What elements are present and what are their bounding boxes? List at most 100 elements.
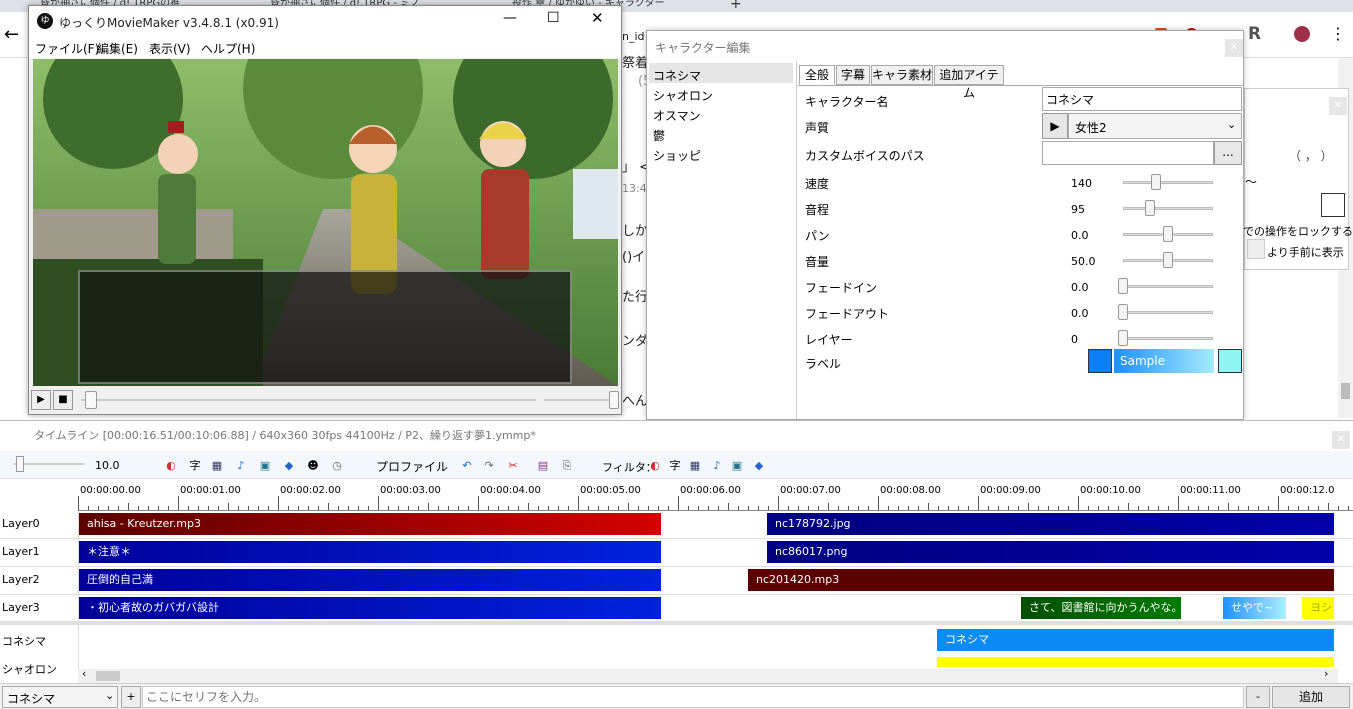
horizontal-scrollbar[interactable]: ‹ ›: [78, 667, 1338, 683]
tab-subtitle[interactable]: 字幕: [836, 65, 870, 85]
audio-icon[interactable]: ♪: [234, 459, 248, 473]
close-icon[interactable]: ✕: [1225, 39, 1243, 57]
filter-voice-icon[interactable]: ◐: [648, 459, 662, 473]
timeline-clip[interactable]: せやで~: [1223, 597, 1286, 619]
minus-button[interactable]: -: [1246, 686, 1270, 708]
label-color-swatch-2[interactable]: [1218, 349, 1242, 373]
filter-shape-icon[interactable]: ◆: [752, 459, 766, 473]
character-name-input[interactable]: [1042, 87, 1242, 111]
minimize-icon[interactable]: —: [503, 10, 517, 26]
filter-video-icon[interactable]: ▦: [688, 459, 702, 473]
param-slider-thumb[interactable]: [1145, 200, 1155, 216]
param-slider-thumb[interactable]: [1163, 226, 1173, 242]
timeline-clip[interactable]: さて、図書館に向かうんやな。: [1021, 597, 1181, 619]
param-slider-thumb[interactable]: [1118, 278, 1128, 294]
extension-r-icon[interactable]: R: [1248, 24, 1261, 44]
menu-view[interactable]: 表示(V): [149, 40, 191, 57]
delete-icon[interactable]: ✂: [506, 459, 520, 473]
play-button[interactable]: ▶: [31, 390, 51, 410]
chevron-left-icon[interactable]: ‹: [82, 667, 86, 680]
video-preview[interactable]: [33, 59, 618, 386]
play-voice-button[interactable]: ▶: [1042, 113, 1068, 139]
close-icon[interactable]: ✕: [1329, 97, 1347, 115]
volume-track[interactable]: [544, 399, 619, 401]
voice-select[interactable]: 女性2 ⌄: [1068, 113, 1242, 139]
param-value: 50.0: [1071, 255, 1096, 268]
tab-character-material[interactable]: キャラ素材: [871, 65, 933, 85]
param-slider-track[interactable]: [1123, 337, 1213, 340]
tab-general[interactable]: 全般: [799, 65, 835, 85]
custom-voice-path-input[interactable]: [1042, 141, 1214, 165]
close-icon[interactable]: ✕: [1332, 431, 1350, 449]
char-clip-yellow[interactable]: [937, 657, 1334, 667]
timeline-clip[interactable]: nc86017.png: [767, 541, 1334, 563]
seek-thumb[interactable]: [85, 391, 97, 409]
param-slider-thumb[interactable]: [1163, 252, 1173, 268]
stop-button[interactable]: ■: [53, 390, 73, 410]
front-checkbox-label[interactable]: より手前に表示: [1267, 244, 1344, 260]
filter-image-icon[interactable]: ▣: [730, 459, 744, 473]
character-item[interactable]: ショッピ: [653, 147, 701, 164]
param-slider-thumb[interactable]: [1118, 304, 1128, 320]
param-slider-thumb[interactable]: [1151, 174, 1162, 190]
seek-track[interactable]: [81, 399, 536, 401]
add-button[interactable]: 追加: [1272, 686, 1350, 708]
chevron-right-icon[interactable]: ›: [1324, 667, 1328, 680]
browser-menu-icon[interactable]: ⋮: [1330, 24, 1346, 43]
shape-icon[interactable]: ◆: [282, 459, 296, 473]
time-ruler[interactable]: 00:00:00.00 00:00:01.00 00:00:02.00 00:00:0…: [78, 481, 1353, 511]
color-box[interactable]: [1321, 193, 1345, 217]
volume-thumb[interactable]: [609, 391, 619, 409]
timeline-clip[interactable]: nc201420.mp3: [748, 569, 1334, 591]
character-item[interactable]: オスマン: [653, 107, 701, 124]
text-icon[interactable]: 字: [188, 459, 202, 473]
add-character-button[interactable]: +: [121, 686, 141, 708]
param-slider-track[interactable]: [1123, 311, 1213, 314]
timeline-clip[interactable]: ・初心者故のガバガバ設計: [79, 597, 661, 619]
param-slider-track[interactable]: [1123, 181, 1213, 184]
menu-edit[interactable]: 編集(E): [97, 40, 138, 57]
character-item[interactable]: 鬱: [653, 127, 665, 144]
timeline-clip[interactable]: nc178792.jpg: [767, 513, 1334, 535]
redo-icon[interactable]: ↷: [482, 459, 496, 473]
image-icon[interactable]: ▣: [258, 459, 272, 473]
timeline-clip[interactable]: ＊注意＊: [79, 541, 661, 563]
param-slider-track[interactable]: [1123, 207, 1213, 210]
scrollbar-thumb[interactable]: [1341, 383, 1350, 399]
voice-icon[interactable]: ◐: [164, 459, 178, 473]
undo-icon[interactable]: ↶: [460, 459, 474, 473]
maximize-icon[interactable]: ☐: [547, 10, 560, 26]
menu-help[interactable]: ヘルプ(H): [201, 40, 255, 57]
dialogue-input[interactable]: [142, 686, 1244, 708]
timeline-clip[interactable]: ahisa - Kreutzer.mp3: [79, 513, 661, 535]
tab-additional-items[interactable]: 追加アイテム: [934, 65, 1004, 100]
zoom-thumb[interactable]: [16, 456, 24, 472]
filter-text-icon[interactable]: 字: [668, 459, 682, 473]
param-slider-track[interactable]: [1123, 285, 1213, 288]
clock-icon[interactable]: ◷: [330, 459, 344, 473]
browse-button[interactable]: ...: [1214, 141, 1242, 165]
label-color-swatch[interactable]: [1088, 349, 1112, 373]
filter-audio-icon[interactable]: ♪: [710, 459, 724, 473]
profile-avatar[interactable]: [1294, 26, 1310, 42]
param-slider-thumb[interactable]: [1118, 330, 1128, 346]
char-clip[interactable]: コネシマ: [937, 629, 1334, 651]
export-icon[interactable]: ⎘: [560, 459, 574, 473]
profile-button[interactable]: プロファイル: [376, 458, 448, 475]
dropdown[interactable]: [1247, 239, 1265, 259]
save-icon[interactable]: ▤: [536, 459, 550, 473]
zoom-track[interactable]: [14, 463, 84, 465]
video-icon[interactable]: ▦: [210, 459, 224, 473]
scrollbar-thumb[interactable]: [96, 671, 120, 681]
character-select[interactable]: コネシマ ⌄: [2, 686, 118, 708]
timeline-clip[interactable]: 圧倒的自己満: [79, 569, 661, 591]
new-tab-icon[interactable]: +: [730, 0, 742, 12]
menu-file[interactable]: ファイル(F): [35, 40, 99, 57]
back-arrow-icon[interactable]: ←: [4, 24, 19, 45]
lock-checkbox-label[interactable]: での操作をロックする: [1243, 223, 1353, 239]
close-icon[interactable]: ✕: [591, 9, 604, 27]
timeline-clip[interactable]: ヨシ: [1302, 597, 1334, 619]
character-item[interactable]: シャオロン: [653, 87, 713, 104]
character-icon[interactable]: ☻: [306, 459, 320, 473]
character-item[interactable]: コネシマ: [653, 67, 701, 84]
